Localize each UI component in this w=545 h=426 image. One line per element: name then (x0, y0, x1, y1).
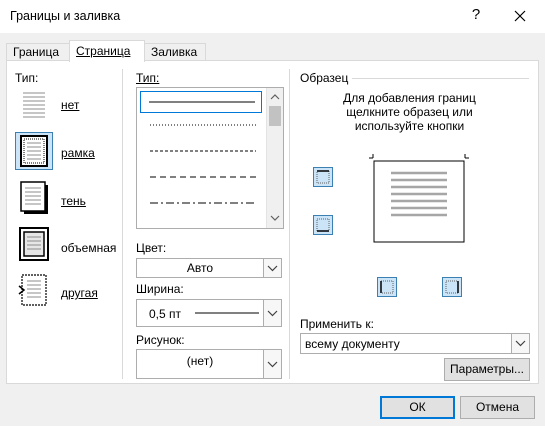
page-border-panel: Тип: нет рамка тень объемная другая Тип: (6, 60, 539, 384)
art-value: (нет) (186, 354, 214, 368)
preview-page[interactable] (369, 153, 469, 253)
scrollbar-arrows (269, 94, 281, 221)
cancel-button[interactable]: Отмена (460, 396, 535, 419)
setting-shadow[interactable] (16, 180, 52, 216)
apply-to-select[interactable]: всему документу (300, 333, 530, 354)
box-setting-icon (20, 135, 48, 167)
setting-custom[interactable] (16, 272, 52, 308)
preview-hint-line1: Для добавления границ (343, 91, 476, 105)
ok-button[interactable]: ОК (380, 396, 455, 419)
preview-hint-line2: щелкните образец или (346, 105, 473, 119)
preview-header: Образец (300, 71, 349, 85)
chevron-down-icon (511, 334, 529, 353)
width-line-sample (195, 312, 259, 314)
art-label: Рисунок: (136, 333, 185, 347)
style-header: Тип: (136, 71, 160, 85)
shadow-setting-icon (20, 181, 48, 214)
preview-hint: Для добавления границ щелкните образец и… (307, 91, 512, 133)
divider (352, 78, 529, 79)
tab-shading[interactable]: Заливка (144, 43, 206, 61)
bottom-border-icon (316, 218, 330, 232)
divider (289, 69, 290, 379)
setting-shadow-label: тень (61, 194, 86, 208)
divider (122, 69, 123, 379)
left-border-button[interactable] (377, 277, 397, 297)
chevron-down-icon (263, 300, 281, 326)
width-value: 0,5 пт (149, 307, 182, 321)
setting-custom-label: другая (61, 286, 98, 300)
setting-3d[interactable] (16, 226, 52, 262)
width-label: Ширина: (136, 282, 184, 296)
top-border-icon (316, 170, 330, 184)
color-select[interactable]: Авто (136, 258, 282, 278)
tab-border[interactable]: Граница (6, 43, 70, 61)
style-list[interactable] (136, 87, 284, 229)
custom-setting-icon (18, 274, 47, 306)
tab-page[interactable]: Страница (69, 40, 145, 62)
width-select[interactable]: 0,5 пт (136, 299, 282, 327)
right-border-icon (445, 280, 459, 294)
apply-value: всему документу (305, 337, 400, 351)
3d-setting-icon (19, 227, 49, 261)
apply-label: Применить к: (300, 317, 374, 331)
solid-line-sample (149, 101, 255, 103)
setting-none-label: нет (61, 98, 80, 112)
preview-hint-line3: используйте кнопки (354, 119, 465, 133)
bottom-border-button[interactable] (313, 215, 333, 235)
setting-box[interactable] (15, 132, 53, 170)
setting-header: Тип: (15, 71, 39, 85)
chevron-down-icon (263, 259, 281, 277)
close-icon (514, 10, 526, 22)
close-button[interactable] (505, 4, 535, 28)
art-select[interactable]: (нет) (136, 349, 282, 379)
none-setting-icon (23, 92, 45, 118)
preview-page-graphic (369, 154, 469, 243)
tab-page-label: Страница (76, 44, 131, 58)
right-border-button[interactable] (442, 277, 462, 297)
setting-none[interactable] (16, 87, 52, 123)
options-button[interactable]: Параметры... (444, 358, 530, 381)
title-bar: Границы и заливка ? (0, 0, 545, 33)
help-button[interactable]: ? (466, 6, 486, 23)
style-option-selected[interactable] (140, 91, 262, 113)
borders-dialog: Границы и заливка ? Граница Страница Зал… (0, 0, 545, 426)
style-list-scrollbar[interactable] (266, 88, 283, 228)
top-border-button[interactable] (313, 167, 333, 187)
setting-3d-label: объемная (61, 241, 117, 255)
chevron-down-icon (263, 350, 281, 378)
style-options[interactable] (140, 117, 264, 227)
setting-box-label: рамка (61, 146, 95, 160)
window-title: Границы и заливка (10, 9, 121, 23)
color-value: Авто (186, 261, 214, 275)
color-label: Цвет: (136, 241, 167, 255)
left-border-icon (380, 280, 394, 294)
